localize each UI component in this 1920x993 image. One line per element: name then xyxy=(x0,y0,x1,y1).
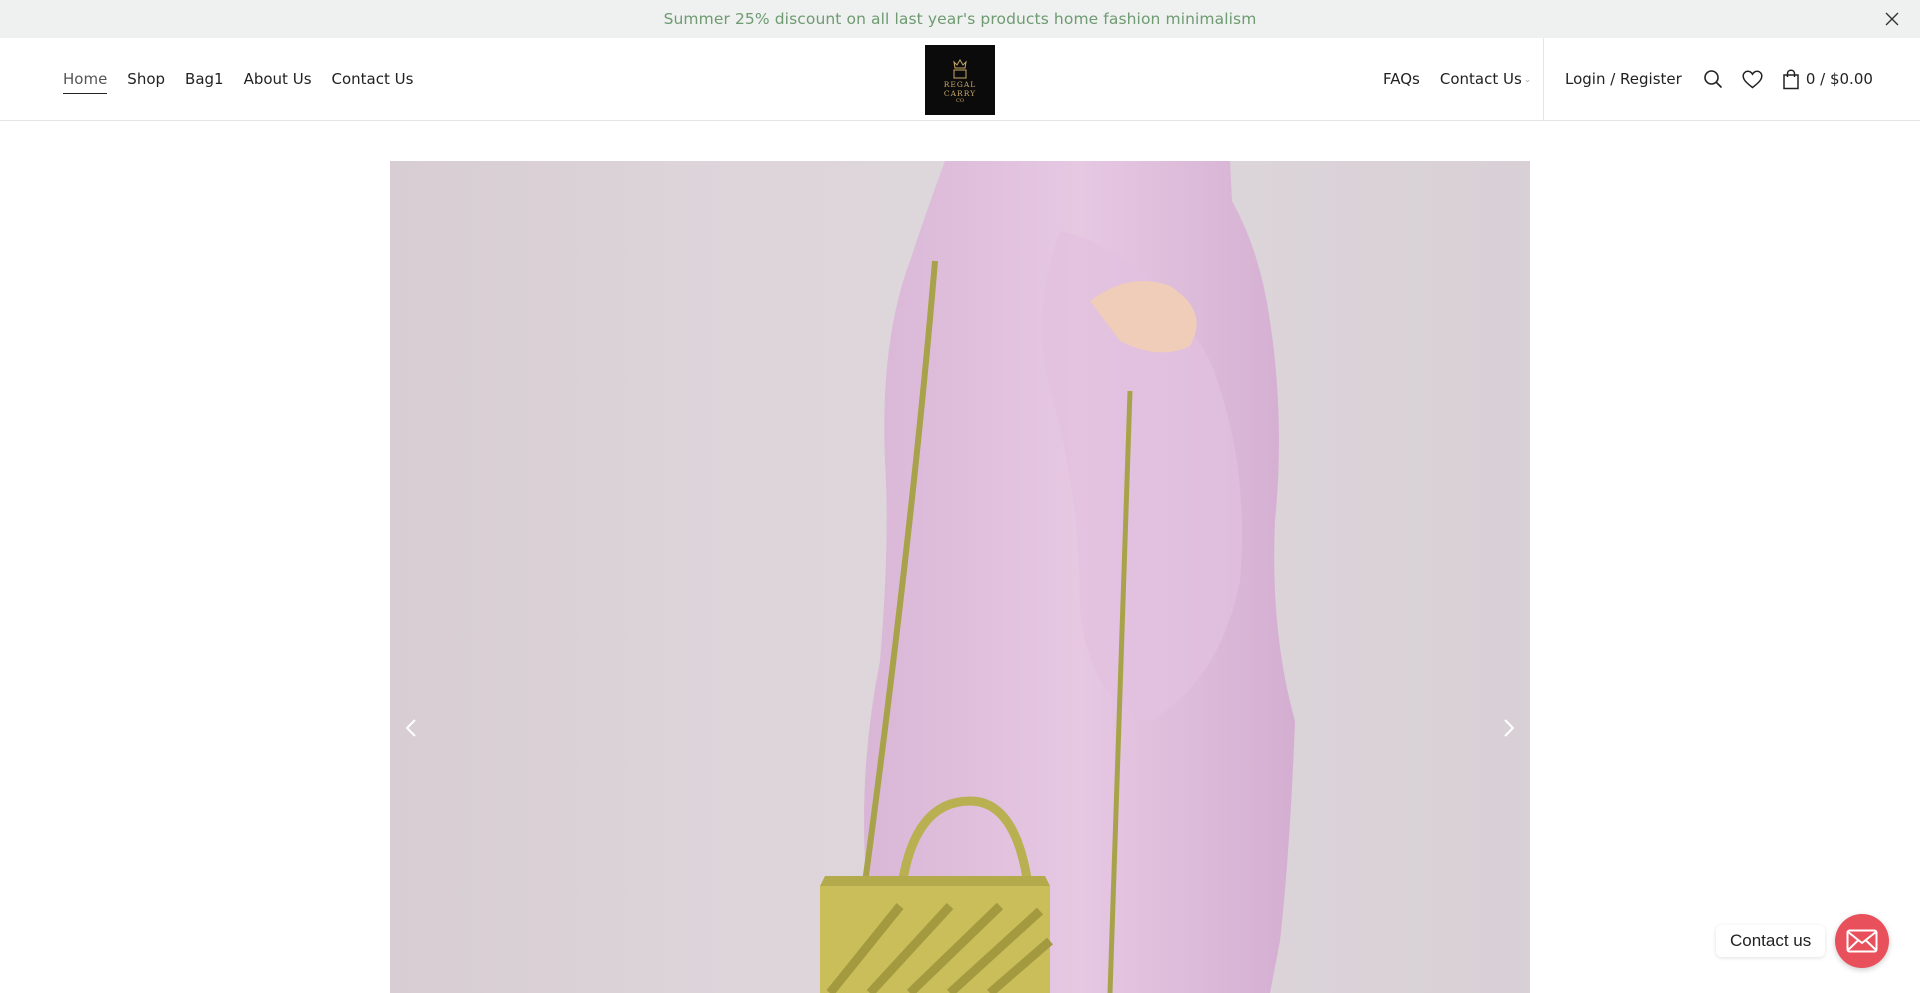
nav-about-us[interactable]: About Us xyxy=(244,66,312,92)
secondary-nav: FAQs Contact Us ⌄ xyxy=(1383,38,1551,120)
search-icon[interactable] xyxy=(1702,68,1724,90)
logo-line-co: CO xyxy=(956,97,964,104)
announcement-bar: Summer 25% discount on all last year's p… xyxy=(0,0,1920,38)
slider-prev-arrow-icon[interactable] xyxy=(400,716,424,740)
chevron-down-icon: ⌄ xyxy=(1523,74,1532,85)
logo-line-carry: CARRY xyxy=(943,88,977,98)
hero-image xyxy=(820,161,1295,993)
close-icon[interactable] xyxy=(1884,11,1900,27)
nav-home[interactable]: Home xyxy=(63,66,108,94)
cart-summary: 0 / $0.00 xyxy=(1805,70,1873,88)
main-nav: Home Shop Bag1 About Us Contact Us xyxy=(63,38,433,120)
floating-contact-widget: Contact us xyxy=(1716,914,1890,968)
nav-contact-us-label: Contact Us xyxy=(1439,70,1522,88)
floating-contact-label[interactable]: Contact us xyxy=(1716,925,1826,957)
slider-next-arrow-icon[interactable] xyxy=(1496,716,1520,740)
header-divider xyxy=(1543,38,1544,120)
crown-icon xyxy=(953,58,967,78)
header-actions: Login / Register 0 / $0.00 xyxy=(1565,38,1873,120)
nav-shop[interactable]: Shop xyxy=(127,66,165,92)
site-header: Home Shop Bag1 About Us Contact Us REGAL… xyxy=(0,38,1920,121)
heart-icon[interactable] xyxy=(1742,68,1764,90)
nav-contact-us[interactable]: Contact Us xyxy=(332,66,414,92)
nav-contact-us-dropdown[interactable]: Contact Us ⌄ xyxy=(1440,66,1531,92)
brand-logo[interactable]: REGAL CARRY CO xyxy=(925,45,995,115)
nav-bag1[interactable]: Bag1 xyxy=(185,66,224,92)
nav-faqs[interactable]: FAQs xyxy=(1383,66,1420,92)
floating-contact-button[interactable] xyxy=(1835,914,1890,968)
envelope-icon xyxy=(1846,929,1878,953)
hero-slider[interactable] xyxy=(390,161,1530,993)
shopping-bag-icon xyxy=(1783,68,1799,89)
login-register-link[interactable]: Login / Register xyxy=(1565,70,1682,88)
cart-button[interactable]: 0 / $0.00 xyxy=(1782,68,1873,90)
announcement-text: Summer 25% discount on all last year's p… xyxy=(663,10,1257,28)
logo-line-regal: REGAL xyxy=(943,79,977,89)
